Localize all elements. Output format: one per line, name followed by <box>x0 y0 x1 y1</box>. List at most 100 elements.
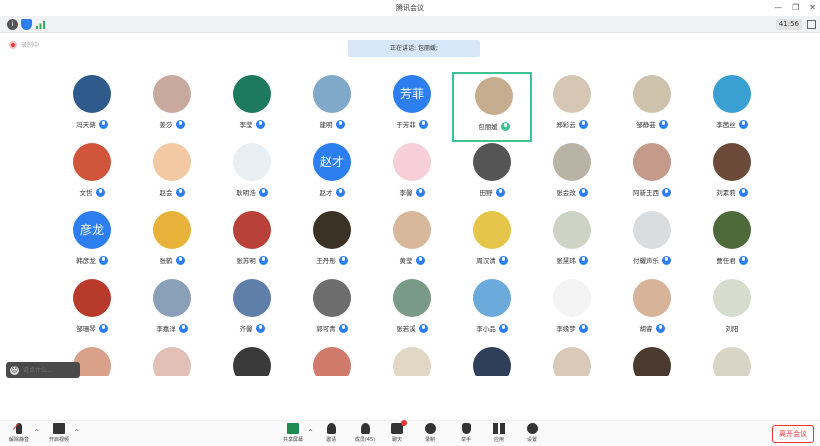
participant-tile[interactable]: 李茜丝 <box>692 72 772 142</box>
participant-tile[interactable]: 张鹤 <box>132 208 212 278</box>
raise-hand-button[interactable]: 举手 <box>453 423 479 443</box>
gear-icon <box>526 423 538 434</box>
participant-name-row: 邹静芸 <box>612 119 692 129</box>
participant-name: 张会改 <box>556 189 576 197</box>
participant-tile[interactable]: 芳菲 于芳菲 <box>372 72 452 142</box>
settings-button[interactable]: 设置 <box>519 423 545 443</box>
participant-tile[interactable]: 建明 <box>292 72 372 142</box>
recording-indicator[interactable]: 录制中 <box>9 40 39 49</box>
participant-tile[interactable] <box>452 344 532 376</box>
share-screen-label: 共享屏幕 <box>282 437 303 443</box>
participant-tile[interactable]: 郑彩云 <box>532 72 612 142</box>
info-icon[interactable]: i <box>7 19 18 30</box>
status-bar: i 41:56 <box>0 16 820 33</box>
participant-tile[interactable]: 邹珊琴 <box>52 276 132 346</box>
participant-tile[interactable]: 张苏明 <box>212 208 292 278</box>
participant-tile[interactable]: 齐馨 <box>212 276 292 346</box>
close-icon[interactable]: ✕ <box>809 0 816 16</box>
meeting-timer: 41:56 <box>775 19 802 30</box>
participant-tile[interactable]: 李馨 <box>372 140 452 210</box>
avatar <box>393 143 431 181</box>
members-button[interactable]: 成员(45) <box>351 423 379 443</box>
participant-tile[interactable] <box>612 344 692 376</box>
camera-off-icon <box>53 423 65 434</box>
raise-hand-label: 举手 <box>460 437 471 443</box>
participant-name-row: 齐馨 <box>212 323 292 333</box>
participant-name-row: 建明 <box>292 119 372 129</box>
participant-tile[interactable] <box>372 344 452 376</box>
participant-name: 齐馨 <box>239 325 253 333</box>
emoji-icon[interactable]: ☺ <box>10 365 19 375</box>
invite-button[interactable]: 邀请 <box>318 423 344 443</box>
participant-name: 李莹 <box>239 121 253 129</box>
participant-tile[interactable]: 包丽媛 <box>452 72 532 142</box>
participant-tile[interactable]: 姜莎 <box>132 72 212 142</box>
participant-tile[interactable] <box>292 344 372 376</box>
start-video-button[interactable]: 开启视频 <box>44 423 74 443</box>
participant-name-row: 赵才 <box>292 187 372 197</box>
participant-tile[interactable]: 曹任君 <box>692 208 772 278</box>
participant-tile[interactable]: 周汉清 <box>452 208 532 278</box>
participant-tile[interactable] <box>692 344 772 376</box>
participant-name: 赵会 <box>159 189 173 197</box>
participant-tile[interactable]: 付耀声乐 <box>612 208 692 278</box>
minimize-icon[interactable]: — <box>774 0 782 16</box>
participant-name: 包丽媛 <box>478 123 498 131</box>
shield-icon[interactable] <box>21 19 32 30</box>
participant-tile[interactable]: 郭可青 <box>292 276 372 346</box>
participant-tile[interactable]: 张慧玮 <box>532 208 612 278</box>
microphone-icon <box>175 187 185 197</box>
participant-name-row: 李莹 <box>212 119 292 129</box>
participant-tile[interactable] <box>212 344 292 376</box>
participant-tile[interactable] <box>532 344 612 376</box>
recording-label: 录制中 <box>21 42 40 49</box>
participant-tile[interactable]: 李嘉洋 <box>132 276 212 346</box>
participant-name-row: 张苏明 <box>212 255 292 265</box>
chevron-up-icon[interactable]: ^ <box>308 429 313 436</box>
window-controls: — ❐ ✕ <box>774 0 816 16</box>
participant-tile[interactable]: 刘素莉 <box>692 140 772 210</box>
microphone-icon <box>98 323 108 333</box>
leave-meeting-button[interactable]: 离开会议 <box>772 425 814 443</box>
participant-tile[interactable]: 李小品 <box>452 276 532 346</box>
record-button[interactable]: 录制 <box>417 423 443 443</box>
chat-quick-input[interactable]: ☺ <box>6 362 80 378</box>
chat-input[interactable] <box>23 366 73 374</box>
participant-name-row: 冯天蒴 <box>52 119 132 129</box>
participant-tile[interactable]: 刘阳 <box>692 276 772 346</box>
participant-tile[interactable]: 黄莹 <box>372 208 452 278</box>
participant-tile[interactable]: 邹静芸 <box>612 72 692 142</box>
participant-tile[interactable]: 张若溪 <box>372 276 452 346</box>
microphone-icon <box>338 323 348 333</box>
participant-name: 韩彦龙 <box>76 257 96 265</box>
participant-tile[interactable]: 阿新王西 <box>612 140 692 210</box>
share-screen-button[interactable]: 共享屏幕 <box>280 423 306 443</box>
participant-tile[interactable]: 彦龙 韩彦龙 <box>52 208 132 278</box>
apps-button[interactable]: 应用 <box>486 423 512 443</box>
restore-icon[interactable]: ❐ <box>792 0 799 16</box>
chevron-up-icon[interactable]: ^ <box>34 429 39 436</box>
participant-tile[interactable]: 冯天蒴 <box>52 72 132 142</box>
chat-button[interactable]: 聊天 <box>384 420 410 443</box>
avatar <box>73 143 111 181</box>
participant-name-row: 李小品 <box>452 323 532 333</box>
participant-tile[interactable] <box>132 344 212 376</box>
avatar <box>313 75 351 113</box>
layout-grid-icon[interactable] <box>807 20 816 29</box>
participant-tile[interactable]: 王丹彤 <box>292 208 372 278</box>
signal-icon[interactable] <box>35 19 46 30</box>
avatar <box>553 143 591 181</box>
participant-tile[interactable]: 李缘梦 <box>532 276 612 346</box>
participant-tile[interactable]: 李莹 <box>212 72 292 142</box>
participant-tile[interactable]: 张会改 <box>532 140 612 210</box>
participant-tile[interactable]: 赵会 <box>132 140 212 210</box>
participant-tile[interactable]: 文哲 <box>52 140 132 210</box>
participant-tile[interactable]: 田野 <box>452 140 532 210</box>
participant-tile[interactable]: 赵才 赵才 <box>292 140 372 210</box>
unmute-button[interactable]: 解除静音 <box>4 423 34 443</box>
microphone-icon <box>258 255 268 265</box>
participant-tile[interactable]: 胡睿 <box>612 276 692 346</box>
avatar <box>713 279 751 317</box>
participant-tile[interactable]: 耿明浩 <box>212 140 292 210</box>
chevron-up-icon[interactable]: ^ <box>74 429 79 436</box>
